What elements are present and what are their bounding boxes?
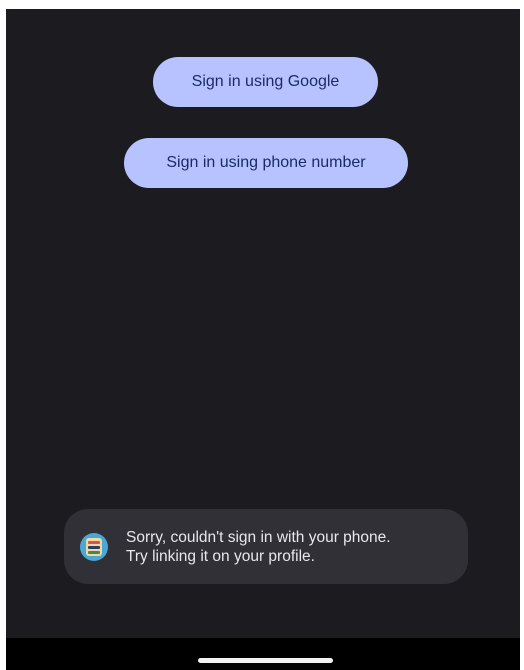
toast-line-1: Sorry, couldn't sign in with your phone. xyxy=(126,528,391,546)
screen: Sign in using Google Sign in using phone… xyxy=(6,9,520,670)
navigation-bar xyxy=(6,638,520,670)
app-icon xyxy=(80,532,108,561)
sign-in-google-button[interactable]: Sign in using Google xyxy=(153,57,378,107)
toast-line-2: Try linking it on your profile. xyxy=(126,547,315,565)
home-gesture-handle[interactable] xyxy=(198,658,333,663)
toast-message: Sorry, couldn't sign in with your phone.… xyxy=(64,509,468,584)
sign-in-phone-button[interactable]: Sign in using phone number xyxy=(124,138,408,188)
toast-text: Sorry, couldn't sign in with your phone.… xyxy=(126,528,391,566)
